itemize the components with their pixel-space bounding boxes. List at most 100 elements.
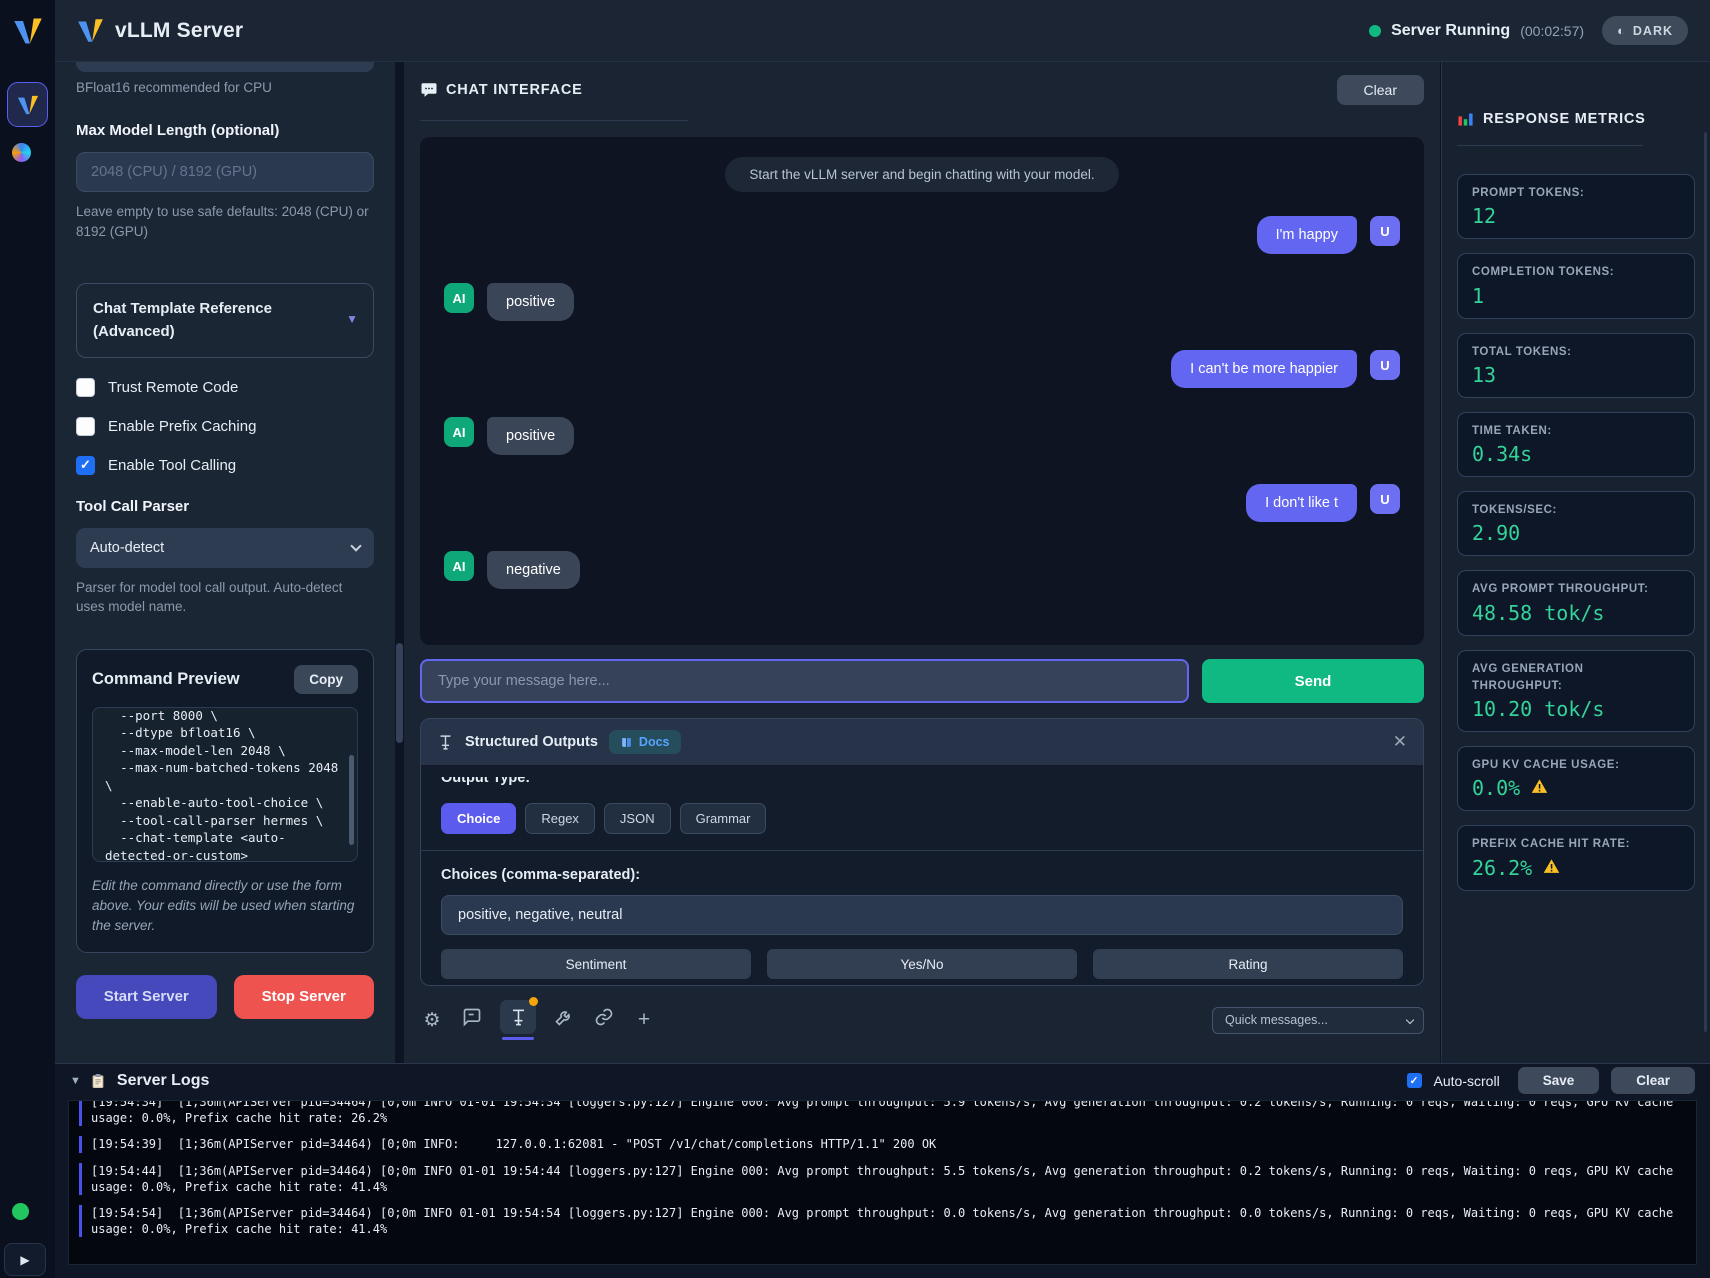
metric-card-prompt-tokens: PROMPT TOKENS: 12 <box>1457 174 1695 239</box>
response-metrics-panel: RESPONSE METRICS PROMPT TOKENS: 12 COMPL… <box>1441 62 1710 1063</box>
config-scrollbar-thumb[interactable] <box>396 643 403 743</box>
docs-link[interactable]: Docs <box>609 730 681 754</box>
metric-label: COMPLETION TOKENS: <box>1472 264 1680 281</box>
choices-input[interactable] <box>441 895 1403 935</box>
connections-button[interactable] <box>592 1007 616 1033</box>
dtype-note: BFloat16 recommended for CPU <box>76 80 374 95</box>
metric-label: TOKENS/SEC: <box>1472 502 1680 519</box>
theme-toggle-button[interactable]: ◐ DARK <box>1602 16 1688 45</box>
docs-label: Docs <box>639 735 670 749</box>
settings-button[interactable]: ⚙ <box>420 1009 444 1032</box>
log-entry: [19:54:39] [1;36m(APIServer pid=34464) [… <box>79 1136 1686 1152</box>
log-entry: [19:54:44] [1;36m(APIServer pid=34464) [… <box>79 1163 1686 1195</box>
metrics-scrollbar-thumb[interactable] <box>1704 132 1707 1032</box>
copy-command-button[interactable]: Copy <box>294 665 358 694</box>
user-avatar: U <box>1370 216 1400 246</box>
vllm-logo <box>17 94 39 116</box>
output-type-grammar[interactable]: Grammar <box>680 803 767 834</box>
section-divider <box>1457 145 1643 146</box>
server-logs-panel: ▼ Server Logs ✓ Auto-scroll Save Clear [… <box>55 1063 1710 1278</box>
app-rail: ▶ <box>0 0 55 1278</box>
close-icon[interactable]: ✕ <box>1393 732 1407 752</box>
clear-chat-button[interactable]: Clear <box>1337 75 1424 105</box>
metric-card-tokens-sec: TOKENS/SEC: 2.90 <box>1457 491 1695 556</box>
send-button[interactable]: Send <box>1202 659 1424 703</box>
output-type-json[interactable]: JSON <box>604 803 671 834</box>
message-bubble: positive <box>487 417 574 455</box>
structured-outputs-toggle[interactable] <box>500 1000 536 1040</box>
auto-scroll-label: Auto-scroll <box>1434 1073 1500 1089</box>
rail-item-vllm-active[interactable] <box>7 82 48 127</box>
vllm-logo <box>77 17 104 44</box>
chat-interface-title: CHAT INTERFACE <box>446 82 583 98</box>
tool-call-parser-help: Parser for model tool call output. Auto-… <box>76 578 374 617</box>
play-icon: ▶ <box>20 1253 29 1267</box>
metric-value: 12 <box>1472 204 1680 228</box>
preset-rating-button[interactable]: Rating <box>1093 949 1403 979</box>
system-prompt-button[interactable] <box>460 1007 484 1033</box>
add-button[interactable]: + <box>632 1008 656 1032</box>
metric-card-gpu-kv-cache: GPU KV CACHE USAGE: 0.0% <box>1457 746 1695 811</box>
link-icon <box>594 1007 614 1027</box>
metric-label: PREFIX CACHE HIT RATE: <box>1472 836 1680 853</box>
server-uptime: (00:02:57) <box>1520 23 1584 39</box>
server-config-panel: BFloat16 recommended for CPU Max Model L… <box>55 62 395 1063</box>
config-scrollbar-track[interactable] <box>395 62 404 1063</box>
dtype-select-partial[interactable] <box>76 62 374 72</box>
tool-call-parser-select[interactable]: Auto-detect <box>76 528 374 568</box>
auto-scroll-checkbox[interactable]: ✓ <box>1407 1073 1422 1088</box>
preset-sentiment-button[interactable]: Sentiment <box>441 949 751 979</box>
chat-message-area[interactable]: Start the vLLM server and begin chatting… <box>420 137 1424 645</box>
structured-outputs-body: Output Type: Choice Regex JSON Grammar C… <box>421 765 1423 985</box>
preset-yesno-button[interactable]: Yes/No <box>767 949 1077 979</box>
warning-icon <box>1542 856 1561 880</box>
message-bubble: negative <box>487 551 580 589</box>
collapse-triangle-icon[interactable]: ▼ <box>70 1075 81 1087</box>
output-type-choice[interactable]: Choice <box>441 803 516 834</box>
message-bubble: I don't like t <box>1246 484 1357 522</box>
chat-message-ai: AI positive <box>444 283 1400 321</box>
output-type-regex[interactable]: Regex <box>525 803 595 834</box>
stop-server-button[interactable]: Stop Server <box>234 975 375 1019</box>
response-metrics-title: RESPONSE METRICS <box>1483 111 1646 127</box>
code-scrollbar-thumb[interactable] <box>349 755 354 845</box>
structured-outputs-title: Structured Outputs <box>465 734 598 750</box>
expand-panel-button[interactable]: ▶ <box>4 1243 46 1276</box>
clear-logs-button[interactable]: Clear <box>1611 1067 1695 1094</box>
divider <box>421 850 1423 851</box>
metric-card-avg-generation-throughput: AVG GENERATION THROUGHPUT: 10.20 tok/s <box>1457 650 1695 733</box>
command-preview-card: Command Preview Copy --port 8000 \ --dty… <box>76 649 374 953</box>
enable-tool-calling-row: ✓ Enable Tool Calling <box>76 456 374 475</box>
metric-label: AVG GENERATION THROUGHPUT: <box>1472 661 1652 696</box>
server-status-dot <box>1369 25 1381 37</box>
save-logs-button[interactable]: Save <box>1518 1067 1600 1094</box>
chevron-down-icon <box>1406 1015 1414 1023</box>
command-preview-code[interactable]: --port 8000 \ --dtype bfloat16 \ --max-m… <box>92 707 358 862</box>
command-preview-note: Edit the command directly or use the for… <box>92 876 358 937</box>
chat-template-reference-label: Chat Template Reference (Advanced) <box>93 297 303 344</box>
chat-template-reference-toggle[interactable]: Chat Template Reference (Advanced) ▼ <box>76 283 374 358</box>
chat-bubble-icon <box>420 81 438 99</box>
max-model-length-input[interactable] <box>76 152 374 192</box>
trust-remote-code-checkbox[interactable] <box>76 378 95 397</box>
enable-prefix-caching-checkbox[interactable] <box>76 417 95 436</box>
ai-avatar: AI <box>444 551 474 581</box>
chat-panel: CHAT INTERFACE Clear Start the vLLM serv… <box>404 62 1440 1063</box>
tool-call-parser-label: Tool Call Parser <box>76 498 374 515</box>
quick-messages-select[interactable]: Quick messages... <box>1212 1007 1424 1034</box>
metric-card-avg-prompt-throughput: AVG PROMPT THROUGHPUT: 48.58 tok/s <box>1457 570 1695 635</box>
tools-button[interactable] <box>552 1007 576 1033</box>
chat-message-input[interactable] <box>420 659 1189 703</box>
tool-call-parser-value: Auto-detect <box>90 540 164 556</box>
log-output-area[interactable]: [19:54:34] [1;36m(APIServer pid=34464) [… <box>68 1100 1697 1265</box>
plus-icon: + <box>638 1008 650 1031</box>
rail-item-secondary-icon[interactable] <box>12 143 31 162</box>
choices-label: Choices (comma-separated): <box>441 867 1403 883</box>
trust-remote-code-label: Trust Remote Code <box>108 379 238 396</box>
metric-label: GPU KV CACHE USAGE: <box>1472 757 1680 774</box>
start-server-button[interactable]: Start Server <box>76 975 217 1019</box>
max-model-length-help: Leave empty to use safe defaults: 2048 (… <box>76 202 374 241</box>
metric-value: 26.2% <box>1472 856 1532 880</box>
section-divider <box>420 120 688 121</box>
enable-tool-calling-checkbox[interactable]: ✓ <box>76 456 95 475</box>
